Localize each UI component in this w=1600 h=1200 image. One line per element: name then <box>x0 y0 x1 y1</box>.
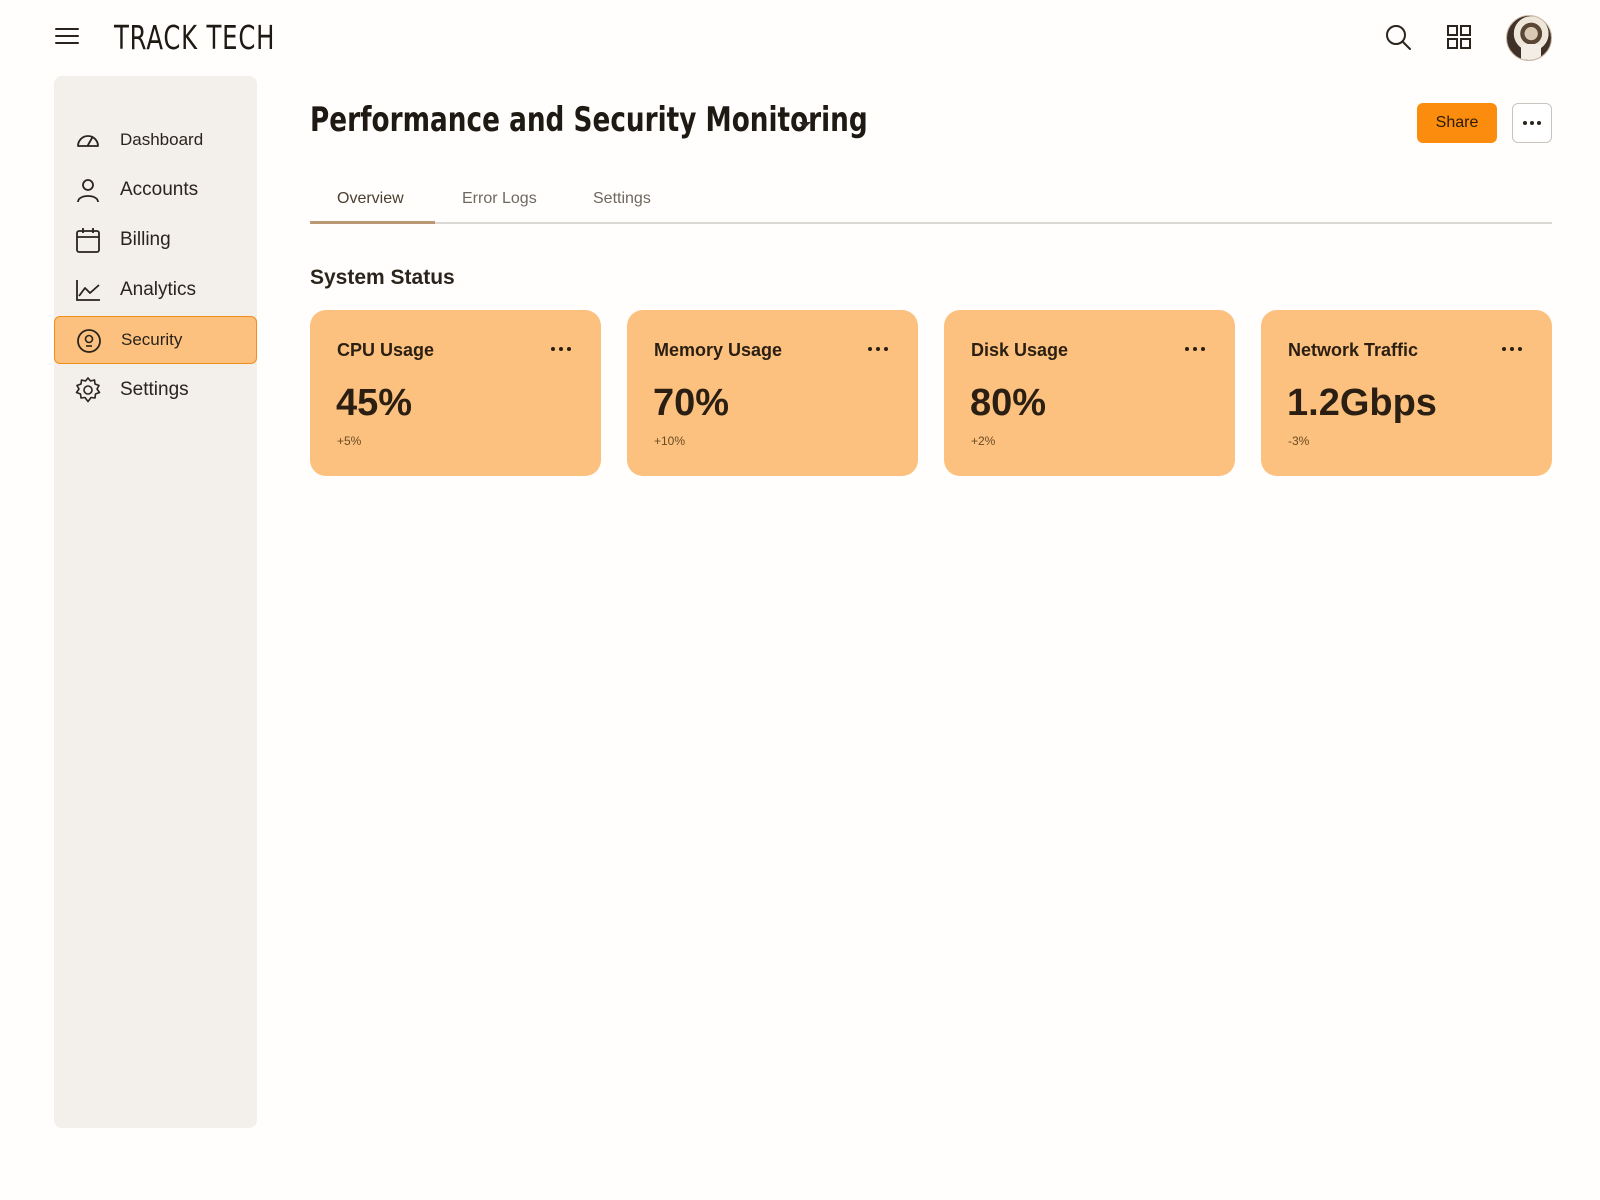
card-delta: +10% <box>654 434 686 448</box>
gear-icon <box>75 377 101 403</box>
avatar[interactable] <box>1506 15 1552 61</box>
card-title: Memory Usage <box>654 340 783 360</box>
page-title: Performance and Security Monitoring <box>310 100 868 140</box>
card-value: 1.2Gbps <box>1287 382 1437 424</box>
section-title: System Status <box>310 266 455 289</box>
metric-card-memory: Memory Usage 70% +10% <box>627 310 918 476</box>
sidebar-item-label: Billing <box>120 229 171 250</box>
more-horizontal-icon[interactable] <box>1183 344 1207 354</box>
more-options-button[interactable] <box>1512 103 1552 143</box>
sidebar-item-label: Dashboard <box>120 130 204 149</box>
more-horizontal-icon[interactable] <box>1500 344 1524 354</box>
more-horizontal-icon[interactable] <box>549 344 573 354</box>
sidebar-item-label: Accounts <box>120 179 199 200</box>
top-bar: TRACK TECH <box>0 0 1600 76</box>
sidebar-item-security[interactable]: Security <box>54 316 257 364</box>
sidebar-item-label: Security <box>121 330 183 349</box>
search-icon[interactable] <box>1383 22 1413 52</box>
sidebar-item-settings[interactable]: Settings <box>54 366 257 414</box>
caret-down-icon[interactable] <box>798 120 812 130</box>
card-value: 80% <box>970 382 1047 424</box>
shield-lock-icon <box>77 329 101 353</box>
card-delta: +5% <box>337 434 362 448</box>
sidebar-item-analytics[interactable]: Analytics <box>54 266 257 314</box>
hamburger-menu-icon[interactable] <box>55 28 79 48</box>
tab-settings[interactable]: Settings <box>593 190 651 222</box>
apps-grid-icon[interactable] <box>1444 22 1474 52</box>
metric-card-disk: Disk Usage 80% +2% <box>944 310 1235 476</box>
more-horizontal-icon <box>1523 121 1541 125</box>
sidebar-item-label: Analytics <box>120 279 197 300</box>
tab-error-logs[interactable]: Error Logs <box>462 190 537 222</box>
card-title: CPU Usage <box>337 340 435 360</box>
card-title: Disk Usage <box>971 340 1069 360</box>
tab-bar: Overview Error Logs Settings <box>310 180 1552 224</box>
user-icon <box>77 179 99 203</box>
sidebar-item-billing[interactable]: Billing <box>54 216 257 264</box>
active-tab-indicator <box>310 221 435 224</box>
calendar-icon <box>76 228 100 253</box>
card-value: 45% <box>336 382 413 424</box>
more-horizontal-icon[interactable] <box>866 344 890 354</box>
sidebar-item-label: Settings <box>120 379 189 400</box>
tab-overview[interactable]: Overview <box>337 190 404 222</box>
metric-card-cpu: CPU Usage 45% +5% <box>310 310 601 476</box>
sidebar: Dashboard Accounts Billing Analytics Sec… <box>54 76 257 1128</box>
sidebar-item-dashboard[interactable]: Dashboard <box>54 116 257 164</box>
card-delta: -3% <box>1288 434 1310 448</box>
share-button[interactable]: Share <box>1417 103 1497 143</box>
card-title: Network Traffic <box>1288 340 1419 360</box>
card-value: 70% <box>653 382 730 424</box>
line-chart-icon <box>76 280 100 301</box>
metric-card-network: Network Traffic 1.2Gbps -3% <box>1261 310 1552 476</box>
gauge-icon <box>77 135 99 147</box>
sidebar-item-accounts[interactable]: Accounts <box>54 166 257 214</box>
card-delta: +2% <box>971 434 996 448</box>
brand-logo: TRACK TECH <box>114 18 276 57</box>
